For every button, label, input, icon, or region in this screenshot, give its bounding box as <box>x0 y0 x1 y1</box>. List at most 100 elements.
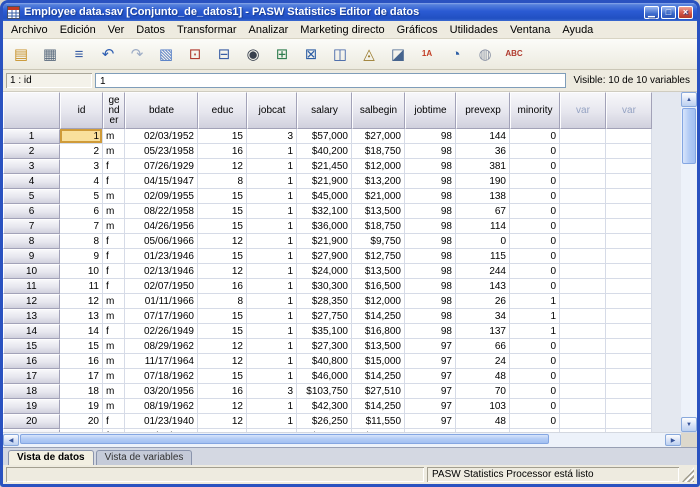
cell-r19-gender[interactable]: m <box>103 399 125 414</box>
cell-r20-jobcat[interactable]: 1 <box>247 414 297 429</box>
goto-chart-icon-button[interactable]: ▧ <box>152 41 180 67</box>
cell-r9-prevexp[interactable]: 115 <box>456 249 510 264</box>
cell-r13-jobcat[interactable]: 1 <box>247 309 297 324</box>
col-header-gender[interactable]: gender <box>103 92 125 129</box>
cell-r10-var[interactable] <box>560 264 606 279</box>
cell-r18-educ[interactable]: 16 <box>198 384 247 399</box>
menu-utilidades[interactable]: Utilidades <box>444 23 504 37</box>
cell-r17-var[interactable] <box>560 369 606 384</box>
cell-r10-salbegin[interactable]: $13,500 <box>352 264 405 279</box>
cell-r7-jobtime[interactable]: 98 <box>405 219 456 234</box>
cell-r19-id[interactable]: 19 <box>60 399 103 414</box>
cell-r3-bdate[interactable]: 07/26/1929 <box>125 159 198 174</box>
cell-r1-salbegin[interactable]: $27,000 <box>352 129 405 144</box>
cell-r11-prevexp[interactable]: 143 <box>456 279 510 294</box>
col-header-salbegin[interactable]: salbegin <box>352 92 405 129</box>
cell-r3-minority[interactable]: 0 <box>510 159 560 174</box>
cell-r13-var[interactable] <box>606 309 652 324</box>
cell-r13-salary[interactable]: $27,750 <box>297 309 352 324</box>
cell-r13-educ[interactable]: 15 <box>198 309 247 324</box>
cell-r10-prevexp[interactable]: 244 <box>456 264 510 279</box>
cell-r7-salbegin[interactable]: $18,750 <box>352 219 405 234</box>
cell-r1-jobtime[interactable]: 98 <box>405 129 456 144</box>
cell-r18-var[interactable] <box>606 384 652 399</box>
cell-r7-salary[interactable]: $36,000 <box>297 219 352 234</box>
cell-r14-minority[interactable]: 1 <box>510 324 560 339</box>
cell-r12-var[interactable] <box>560 294 606 309</box>
row-header-10[interactable]: 10 <box>3 264 60 279</box>
menu-archivo[interactable]: Archivo <box>5 23 54 37</box>
cell-r5-jobcat[interactable]: 1 <box>247 189 297 204</box>
cell-r7-var[interactable] <box>560 219 606 234</box>
cell-r15-jobcat[interactable]: 1 <box>247 339 297 354</box>
cell-r4-prevexp[interactable]: 190 <box>456 174 510 189</box>
recall-dialogs-icon-button[interactable]: ≡ <box>65 41 93 67</box>
cell-r14-prevexp[interactable]: 137 <box>456 324 510 339</box>
cell-r15-id[interactable]: 15 <box>60 339 103 354</box>
cell-r8-jobtime[interactable]: 98 <box>405 234 456 249</box>
cell-r11-bdate[interactable]: 02/07/1950 <box>125 279 198 294</box>
col-header-minority[interactable]: minority <box>510 92 560 129</box>
print-icon-button[interactable]: ▦ <box>36 41 64 67</box>
cell-r4-jobcat[interactable]: 1 <box>247 174 297 189</box>
scroll-right-icon[interactable]: ▶ <box>665 434 681 446</box>
cell-r11-educ[interactable]: 16 <box>198 279 247 294</box>
cell-r14-var[interactable] <box>560 324 606 339</box>
row-header-2[interactable]: 2 <box>3 144 60 159</box>
col-header-bdate[interactable]: bdate <box>125 92 198 129</box>
tab-vista-de-variables[interactable]: Vista de variables <box>96 450 193 465</box>
cell-r4-gender[interactable]: f <box>103 174 125 189</box>
cell-r7-educ[interactable]: 15 <box>198 219 247 234</box>
cell-r15-salary[interactable]: $27,300 <box>297 339 352 354</box>
cell-r9-minority[interactable]: 0 <box>510 249 560 264</box>
cell-r16-bdate[interactable]: 11/17/1964 <box>125 354 198 369</box>
cell-r11-jobtime[interactable]: 98 <box>405 279 456 294</box>
cell-r6-bdate[interactable]: 08/22/1958 <box>125 204 198 219</box>
horizontal-scroll-thumb[interactable] <box>20 434 549 444</box>
cell-r4-var[interactable] <box>606 174 652 189</box>
cell-r15-minority[interactable]: 0 <box>510 339 560 354</box>
menu-edicion[interactable]: Edición <box>54 23 102 37</box>
cell-r16-gender[interactable]: m <box>103 354 125 369</box>
cell-r3-var[interactable] <box>560 159 606 174</box>
weight-cases-icon-button[interactable]: ◬ <box>355 41 383 67</box>
cell-r18-var[interactable] <box>560 384 606 399</box>
cell-r10-var[interactable] <box>606 264 652 279</box>
cell-r17-gender[interactable]: m <box>103 369 125 384</box>
cell-r3-educ[interactable]: 12 <box>198 159 247 174</box>
spell-check-icon-button[interactable]: ABC <box>500 41 528 67</box>
cell-r6-id[interactable]: 6 <box>60 204 103 219</box>
cell-r18-prevexp[interactable]: 70 <box>456 384 510 399</box>
cell-r1-jobcat[interactable]: 3 <box>247 129 297 144</box>
cell-r6-prevexp[interactable]: 67 <box>456 204 510 219</box>
cell-r20-salary[interactable]: $26,250 <box>297 414 352 429</box>
cell-r20-bdate[interactable]: 01/23/1940 <box>125 414 198 429</box>
cell-r16-prevexp[interactable]: 24 <box>456 354 510 369</box>
cell-r7-gender[interactable]: m <box>103 219 125 234</box>
cell-r10-jobtime[interactable]: 98 <box>405 264 456 279</box>
cell-r1-gender[interactable]: m <box>103 129 125 144</box>
cell-r14-id[interactable]: 14 <box>60 324 103 339</box>
cell-r13-jobtime[interactable]: 98 <box>405 309 456 324</box>
cell-r9-gender[interactable]: f <box>103 249 125 264</box>
row-header-6[interactable]: 6 <box>3 204 60 219</box>
scroll-left-icon[interactable]: ◀ <box>3 434 19 446</box>
cell-r1-educ[interactable]: 15 <box>198 129 247 144</box>
cell-r11-jobcat[interactable]: 1 <box>247 279 297 294</box>
cell-r2-var[interactable] <box>606 144 652 159</box>
cell-value-input[interactable]: 1 <box>95 73 566 88</box>
cell-r15-var[interactable] <box>606 339 652 354</box>
cell-r1-minority[interactable]: 0 <box>510 129 560 144</box>
cell-r5-jobtime[interactable]: 98 <box>405 189 456 204</box>
cell-r4-educ[interactable]: 8 <box>198 174 247 189</box>
row-header-5[interactable]: 5 <box>3 189 60 204</box>
cell-r18-salbegin[interactable]: $27,510 <box>352 384 405 399</box>
resize-grip[interactable] <box>682 467 694 482</box>
row-header-20[interactable]: 20 <box>3 414 60 429</box>
cell-r16-salary[interactable]: $40,800 <box>297 354 352 369</box>
cell-r7-id[interactable]: 7 <box>60 219 103 234</box>
cell-r9-salbegin[interactable]: $12,750 <box>352 249 405 264</box>
col-header-jobtime[interactable]: jobtime <box>405 92 456 129</box>
cell-r1-var[interactable] <box>560 129 606 144</box>
cell-r20-minority[interactable]: 0 <box>510 414 560 429</box>
